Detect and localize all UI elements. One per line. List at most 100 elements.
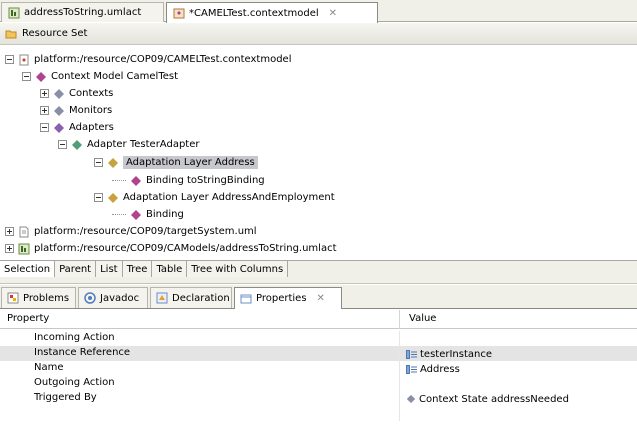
property-name: Triggered By (0, 391, 400, 406)
tab-label: Javadoc (100, 292, 140, 304)
tree-item-label: Contexts (69, 88, 114, 99)
tree-item-contexts[interactable]: Contexts (0, 85, 637, 102)
tab-label: Properties (256, 293, 307, 304)
column-header-value[interactable]: Value (401, 310, 637, 329)
javadoc-icon (84, 292, 96, 304)
diamond-purple-icon (53, 105, 65, 117)
tree-connector (112, 180, 126, 181)
tab-tree[interactable]: Tree (122, 261, 153, 277)
collapse-toggle[interactable] (22, 72, 31, 81)
sash[interactable] (0, 277, 637, 284)
expand-toggle[interactable] (5, 244, 14, 253)
model-file-icon (18, 54, 30, 66)
tab-javadoc[interactable]: Javadoc (78, 287, 148, 308)
tree-connector (112, 214, 126, 215)
tree-item-adapters[interactable]: Adapters (0, 119, 637, 136)
property-value (401, 331, 637, 346)
resource-set-header: Resource Set (0, 23, 637, 45)
collapse-toggle[interactable] (94, 193, 103, 202)
editor-tab-label: addressToString.umlact (24, 7, 142, 18)
problems-icon (7, 292, 19, 304)
tree-item-address-to-string[interactable]: platform:/resource/COP09/CAModels/addres… (0, 240, 637, 257)
resource-tree: platform:/resource/COP09/CAMELTest.conte… (0, 46, 637, 258)
panel-tab-bar: Problems Javadoc Declaration Properties … (0, 285, 637, 309)
tree-item-label: Adapters (69, 122, 114, 133)
table-row[interactable]: Outgoing Action (0, 376, 637, 391)
property-name (0, 406, 400, 421)
properties-icon (240, 293, 252, 305)
column-header-property[interactable]: Property (0, 310, 400, 329)
tree-item-adapter-tester[interactable]: Adapter TesterAdapter (0, 136, 637, 153)
property-value (401, 406, 637, 421)
tree-item-label: Adaptation Layer AddressAndEmployment (123, 192, 335, 203)
tree-item-label: Context Model CamelTest (51, 71, 179, 82)
collapse-toggle[interactable] (40, 123, 49, 132)
tree-item-target-system[interactable]: platform:/resource/COP09/targetSystem.um… (0, 223, 637, 240)
tree-item-root[interactable]: platform:/resource/COP09/CAMELTest.conte… (0, 51, 637, 68)
property-value: Address (401, 361, 637, 376)
property-value: testerInstance (401, 346, 637, 361)
diamond-green-icon (71, 139, 83, 151)
tree-item-monitors[interactable]: Monitors (0, 102, 637, 119)
property-value-text: Address (420, 363, 460, 375)
editor-tab-bar: addressToString.umlact *CAMELTest.contex… (0, 0, 637, 23)
tab-properties[interactable]: Properties ✕ (234, 287, 342, 309)
property-name: Name (0, 361, 400, 376)
text-value-icon (406, 364, 417, 374)
folder-icon (5, 28, 17, 40)
tab-tree-with-columns[interactable]: Tree with Columns (187, 261, 289, 277)
close-icon[interactable]: ✕ (317, 293, 325, 304)
tree-item-binding[interactable]: Binding (0, 206, 637, 223)
diamond-purple-icon (130, 209, 142, 221)
tree-item-layer-address[interactable]: Adaptation Layer Address (0, 154, 637, 171)
tree-item-label: platform:/resource/COP09/CAMELTest.conte… (34, 54, 292, 65)
tree-item-label: Adaptation Layer Address (123, 156, 258, 169)
context-model-icon (173, 7, 185, 19)
tab-problems[interactable]: Problems (1, 287, 76, 308)
tree-item-label: platform:/resource/COP09/targetSystem.um… (34, 226, 257, 237)
tree-item-binding-tostring[interactable]: Binding toStringBinding (0, 172, 637, 189)
table-row[interactable]: Incoming Action (0, 331, 637, 346)
table-header: Property Value (0, 310, 637, 329)
diamond-purple-icon (130, 175, 142, 187)
diamond-purple-icon (35, 71, 47, 83)
collapse-toggle[interactable] (5, 55, 14, 64)
tab-label: Problems (23, 292, 70, 304)
diamond-gold-icon (107, 157, 119, 169)
tab-declaration[interactable]: Declaration (150, 287, 232, 308)
editor-tab-cameltest[interactable]: *CAMELTest.contextmodel ✕ (166, 2, 378, 23)
tab-table[interactable]: Table (152, 261, 188, 277)
property-value-text: testerInstance (420, 348, 493, 360)
tree-item-label: Binding toStringBinding (146, 175, 265, 186)
uml-activity-icon (8, 7, 20, 19)
tab-list[interactable]: List (96, 261, 123, 277)
editor-tab-addresstostring[interactable]: addressToString.umlact (1, 2, 164, 22)
tab-label: Declaration (172, 292, 230, 304)
property-name: Instance Reference (0, 346, 400, 361)
tab-selection[interactable]: Selection (0, 261, 56, 277)
tree-item-layer-address-employment[interactable]: Adaptation Layer AddressAndEmployment (0, 189, 637, 206)
close-icon[interactable]: ✕ (329, 8, 337, 19)
uml-activity-icon (18, 243, 30, 255)
collapse-toggle[interactable] (58, 140, 67, 149)
resource-set-label: Resource Set (22, 28, 88, 39)
table-row[interactable]: Instance Reference testerInstance (0, 346, 637, 361)
expand-toggle[interactable] (40, 89, 49, 98)
table-row[interactable]: Name Address (0, 361, 637, 376)
tree-item-label: Adapter TesterAdapter (87, 139, 200, 150)
properties-table: Property Value Incoming Action Instance … (0, 310, 637, 432)
tree-item-context-model[interactable]: Context Model CamelTest (0, 68, 637, 85)
expand-toggle[interactable] (5, 227, 14, 236)
property-value (401, 376, 637, 391)
tab-parent[interactable]: Parent (55, 261, 97, 277)
property-value: Context State addressNeeded (401, 391, 637, 406)
table-row[interactable]: Triggered By Context State addressNeeded (0, 391, 637, 406)
editor-view-tabs: Selection Parent List Tree Table Tree wi… (0, 260, 637, 277)
collapse-toggle[interactable] (94, 158, 103, 167)
diamond-gold-icon (107, 192, 119, 204)
file-icon (18, 226, 30, 238)
tree-item-label: platform:/resource/COP09/CAModels/addres… (34, 243, 337, 254)
diamond-purple-icon (53, 88, 65, 100)
declaration-icon (156, 292, 168, 304)
expand-toggle[interactable] (40, 106, 49, 115)
